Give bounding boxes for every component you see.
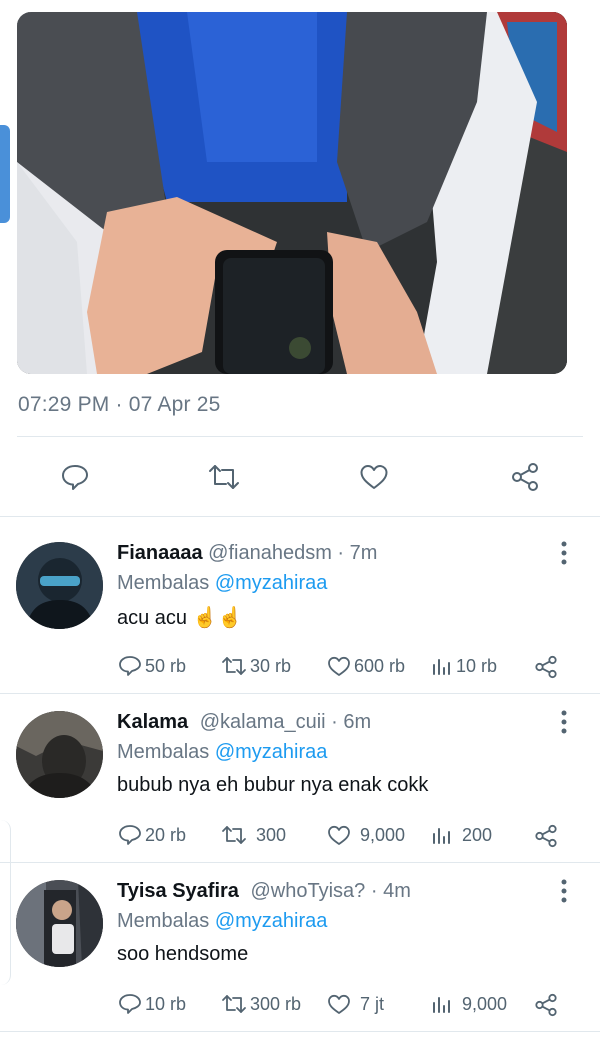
- retweet-icon: [222, 995, 246, 1013]
- reply-stats: 20 rb 300 9,000 200: [117, 823, 567, 849]
- retweet-count: 30 rb: [250, 655, 292, 676]
- tweet-timestamp: 07:29 PM · 07 Apr 25: [18, 393, 221, 416]
- display-name[interactable]: Tyisa Syafira: [117, 880, 239, 902]
- reply-icon: [119, 656, 141, 676]
- reply-count: 50 rb: [145, 655, 187, 676]
- views-value: 9,000: [462, 993, 508, 1014]
- views-chart-icon: [433, 828, 450, 844]
- share-button[interactable]: [533, 992, 561, 1018]
- reply-header: Kalama @kalama_cuii · 6m: [117, 711, 371, 734]
- avatar[interactable]: [16, 542, 103, 629]
- left-edge-tab: [0, 125, 10, 223]
- like-icon: [328, 825, 350, 845]
- replying-to: Membalas @myzahiraa: [117, 741, 327, 764]
- reply-count-button[interactable]: 50 rb: [117, 654, 186, 678]
- mention-link[interactable]: @myzahiraa: [215, 572, 328, 594]
- retweet-count: 300 rb: [250, 993, 302, 1014]
- like-count-button[interactable]: 9,000: [326, 823, 405, 847]
- retweet-count-button[interactable]: 300 rb: [220, 992, 301, 1016]
- share-button[interactable]: [533, 823, 561, 849]
- like-count-button[interactable]: 600 rb: [326, 654, 405, 678]
- mention-link[interactable]: @myzahiraa: [215, 741, 328, 763]
- share-icon: [535, 824, 557, 848]
- divider: [0, 693, 600, 694]
- tweet-media-image[interactable]: [17, 12, 567, 374]
- reply-count-button[interactable]: 10 rb: [117, 992, 186, 1016]
- more-options-icon[interactable]: [556, 540, 572, 566]
- retweet-count-button[interactable]: 300: [220, 823, 286, 847]
- reply-icon: [62, 465, 88, 490]
- views-count[interactable]: 200: [430, 823, 492, 847]
- retweet-count-button[interactable]: 30 rb: [220, 654, 291, 678]
- views-count[interactable]: 10 rb: [430, 654, 497, 678]
- reply-button[interactable]: [57, 459, 93, 495]
- reply-stats: 50 rb 30 rb 600 rb 10 rb: [117, 654, 567, 680]
- reply-stats: 10 rb 300 rb 7 jt 9,000: [117, 992, 567, 1018]
- share-icon: [535, 993, 557, 1017]
- retweet-icon: [222, 826, 246, 844]
- handle-and-time: @whoTyisa? · 4m: [250, 880, 411, 902]
- handle-and-time: @fianahedsm · 7m: [208, 542, 378, 564]
- views-chart-icon: [433, 997, 450, 1013]
- more-options-icon[interactable]: [556, 878, 572, 904]
- replying-to: Membalas @myzahiraa: [117, 910, 327, 933]
- views-value: 200: [462, 824, 493, 845]
- reply-item[interactable]: Tyisa Syafira @whoTyisa? · 4m Membalas @…: [0, 878, 600, 1030]
- reply-icon: [119, 994, 141, 1014]
- reply-header: Tyisa Syafira @whoTyisa? · 4m: [117, 880, 411, 903]
- reply-text: acu acu ☝️☝️: [117, 607, 243, 629]
- retweet-icon: [209, 465, 239, 489]
- divider: [0, 516, 600, 517]
- retweet-icon: [222, 657, 246, 675]
- share-button[interactable]: [507, 459, 543, 495]
- handle-and-time: @kalama_cuii · 6m: [199, 711, 372, 733]
- reply-text: soo hendsome: [117, 943, 249, 965]
- replying-to: Membalas @myzahiraa: [117, 572, 327, 595]
- mention-link[interactable]: @myzahiraa: [215, 910, 328, 932]
- like-count: 7 jt: [360, 993, 385, 1014]
- reply-count-button[interactable]: 20 rb: [117, 823, 186, 847]
- like-button[interactable]: [356, 459, 392, 495]
- divider: [17, 436, 583, 437]
- divider: [0, 1031, 600, 1032]
- display-name[interactable]: Fianaaaa: [117, 542, 203, 564]
- reply-text: bubub nya eh bubur nya enak cokk: [117, 774, 429, 796]
- avatar[interactable]: [16, 880, 103, 967]
- like-count-button[interactable]: 7 jt: [326, 992, 384, 1016]
- share-icon: [535, 655, 557, 679]
- views-chart-icon: [433, 659, 450, 675]
- share-icon: [512, 463, 538, 491]
- replying-to-label: Membalas: [117, 572, 215, 594]
- retweet-count: 300: [256, 824, 287, 845]
- views-value: 10 rb: [456, 655, 498, 676]
- replying-to-label: Membalas: [117, 741, 215, 763]
- like-icon: [360, 465, 388, 489]
- reply-header: Fianaaaa @fianahedsm · 7m: [117, 542, 377, 565]
- reply-item[interactable]: Kalama @kalama_cuii · 6m Membalas @myzah…: [0, 709, 600, 861]
- avatar[interactable]: [16, 711, 103, 798]
- tweet-action-bar: [0, 455, 600, 499]
- reply-count: 10 rb: [145, 993, 187, 1014]
- reply-item[interactable]: Fianaaaa @fianahedsm · 7m Membalas @myza…: [0, 540, 600, 692]
- views-count[interactable]: 9,000: [430, 992, 507, 1016]
- reply-icon: [119, 825, 141, 845]
- replying-to-label: Membalas: [117, 910, 215, 932]
- divider: [0, 862, 600, 863]
- like-icon: [328, 994, 350, 1014]
- share-button[interactable]: [533, 654, 561, 680]
- display-name[interactable]: Kalama: [117, 711, 188, 733]
- like-icon: [328, 656, 350, 676]
- more-options-icon[interactable]: [556, 709, 572, 735]
- retweet-button[interactable]: [206, 459, 242, 495]
- like-count: 600 rb: [354, 655, 406, 676]
- like-count: 9,000: [360, 824, 406, 845]
- reply-count: 20 rb: [145, 824, 187, 845]
